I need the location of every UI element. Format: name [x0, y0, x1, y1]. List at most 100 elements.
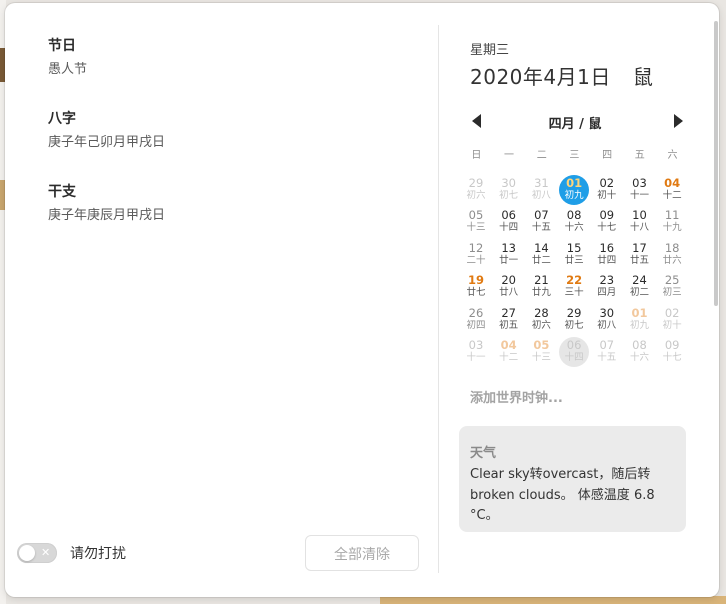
calendar-day-cell[interactable]: 19 廿七 — [460, 272, 492, 304]
bazi-value: 庚子年己卯月甲戌日 — [48, 135, 166, 150]
calendar-day-cell[interactable]: 30 初七 — [493, 175, 525, 207]
lunar-day: 二十 — [466, 254, 486, 266]
lunar-day: 十一 — [629, 190, 649, 201]
weekday-header: 三 — [569, 150, 580, 161]
festival-title: 节日 — [48, 38, 76, 54]
calendar-day-cell[interactable]: 02 初十 — [591, 175, 623, 207]
calendar-day-cell[interactable]: 21 廿九 — [525, 272, 557, 304]
lunar-day: 三十 — [564, 287, 584, 299]
calendar-day-cell[interactable]: 01 初九 — [558, 175, 590, 207]
scrollbar[interactable] — [714, 11, 719, 306]
calendar-day-cell[interactable]: 31 初八 — [525, 175, 557, 207]
calendar-day-cell[interactable]: 28 初六 — [525, 305, 557, 337]
lunar-day: 初八 — [531, 190, 551, 201]
calendar-day-cell[interactable]: 22 三十 — [558, 272, 590, 304]
calendar-day-cell[interactable]: 04 十二 — [656, 175, 688, 207]
calendar-header: 四月 / 鼠 — [470, 111, 683, 133]
current-date: 2020年4月1日鼠 — [470, 61, 653, 90]
calendar-day-cell[interactable]: 02 初十 — [656, 305, 688, 337]
calendar-day-cell[interactable]: 16 廿四 — [591, 240, 623, 272]
day-number: 03 — [468, 338, 484, 352]
calendar-day-cell[interactable]: 26 初四 — [460, 305, 492, 337]
lunar-day: 初六 — [531, 319, 551, 331]
day-number: 01 — [631, 305, 648, 320]
lunar-day: 初二 — [629, 287, 649, 299]
left-pane: 节日 愚人节 八字 庚子年己卯月甲戌日 干支 庚子年庚辰月甲戌日 ✕ 请勿打扰 … — [5, 3, 437, 597]
calendar-month-title[interactable]: 四月 / 鼠 — [470, 113, 680, 132]
calendar-day-cell[interactable]: 07 十五 — [525, 207, 557, 239]
calendar-day-cell[interactable]: 07 十五 — [591, 337, 623, 369]
day-number: 25 — [664, 273, 680, 288]
weekday-header: 五 — [634, 150, 645, 161]
calendar-day-cell[interactable]: 29 初六 — [460, 175, 492, 207]
day-number: 30 — [599, 305, 615, 320]
day-number: 28 — [534, 305, 549, 320]
weekday-header-row: 日一二三四五六 — [460, 145, 689, 167]
ganzhi-section: 干支 庚子年庚辰月甲戌日 — [48, 182, 165, 225]
scrollbar-thumb[interactable] — [714, 21, 718, 306]
desktop-background-bottom — [380, 596, 726, 604]
calendar-day-cell[interactable]: 12 二十 — [460, 240, 492, 272]
calendar-day-cell[interactable]: 05 十三 — [525, 337, 557, 369]
calendar-day-cell[interactable]: 17 廿五 — [624, 240, 656, 272]
lunar-day: 十五 — [597, 352, 617, 363]
calendar-day-cell[interactable]: 06 十四 — [493, 207, 525, 239]
lunar-day: 初三 — [662, 287, 682, 299]
day-number: 30 — [501, 176, 516, 190]
calendar-day-cell[interactable]: 06 十四 — [558, 337, 590, 369]
day-number: 22 — [566, 273, 583, 288]
calendar-day-cell[interactable]: 09 十七 — [591, 207, 623, 239]
calendar-day-cell[interactable]: 08 十六 — [624, 337, 656, 369]
calendar-day-cell[interactable]: 03 十一 — [460, 337, 492, 369]
lunar-day: 廿二 — [531, 254, 551, 266]
day-number: 08 — [632, 338, 647, 352]
lunar-day: 十七 — [597, 222, 617, 234]
calendar-day-cell[interactable]: 18 廿六 — [656, 240, 688, 272]
weekday-header: 四 — [602, 150, 613, 161]
next-month-icon[interactable] — [674, 114, 683, 128]
lunar-day: 初九 — [564, 190, 584, 201]
day-number: 02 — [599, 176, 615, 190]
lunar-day: 十六 — [564, 222, 584, 234]
weather-title: 天气 — [470, 446, 497, 461]
lunar-day: 初五 — [499, 319, 519, 331]
do-not-disturb-toggle[interactable]: ✕ — [17, 543, 57, 563]
calendar-day-cell[interactable]: 29 初七 — [558, 305, 590, 337]
toggle-off-icon: ✕ — [41, 546, 51, 559]
festival-section: 节日 愚人节 — [48, 36, 87, 79]
calendar-day-cell[interactable]: 05 十三 — [460, 207, 492, 239]
day-number: 10 — [632, 208, 647, 223]
calendar-day-cell[interactable]: 14 廿二 — [525, 240, 557, 272]
calendar-day-cell[interactable]: 10 十八 — [624, 207, 656, 239]
calendar-day-cell[interactable]: 27 初五 — [493, 305, 525, 337]
calendar-day-cell[interactable]: 23 四月 — [591, 272, 623, 304]
zodiac-label: 鼠 — [632, 65, 654, 89]
lunar-day: 十四 — [564, 352, 584, 363]
calendar-day-cell[interactable]: 09 十七 — [656, 337, 688, 369]
calendar-day-cell[interactable]: 04 十二 — [493, 337, 525, 369]
clear-all-button[interactable]: 全部清除 — [305, 535, 419, 571]
lunar-day: 廿一 — [499, 254, 519, 266]
calendar-day-cell[interactable]: 08 十六 — [558, 207, 590, 239]
calendar-day-cell[interactable]: 03 十一 — [624, 175, 656, 207]
calendar-day-cell[interactable]: 25 初三 — [656, 272, 688, 304]
calendar-day-cell[interactable]: 11 十九 — [656, 207, 688, 239]
day-number: 04 — [500, 338, 517, 352]
calendar-day-cell[interactable]: 15 廿三 — [558, 240, 590, 272]
day-number: 09 — [599, 208, 615, 223]
calendar-day-cell[interactable]: 20 廿八 — [493, 272, 525, 304]
day-number: 23 — [599, 273, 615, 288]
add-world-clock-link[interactable]: 添加世界时钟... — [470, 387, 563, 406]
lunar-day: 廿八 — [499, 287, 519, 299]
calendar-day-cell[interactable]: 01 初九 — [624, 305, 656, 337]
lunar-day: 初六 — [466, 190, 486, 201]
day-number: 16 — [599, 240, 615, 255]
lunar-day: 四月 — [597, 287, 617, 299]
calendar-day-cell[interactable]: 13 廿一 — [493, 240, 525, 272]
day-number: 24 — [632, 273, 647, 288]
lunar-day: 十九 — [662, 222, 682, 234]
calendar-day-cell[interactable]: 30 初八 — [591, 305, 623, 337]
lunar-day: 十三 — [466, 222, 486, 234]
day-number: 27 — [501, 305, 516, 320]
calendar-day-cell[interactable]: 24 初二 — [624, 272, 656, 304]
